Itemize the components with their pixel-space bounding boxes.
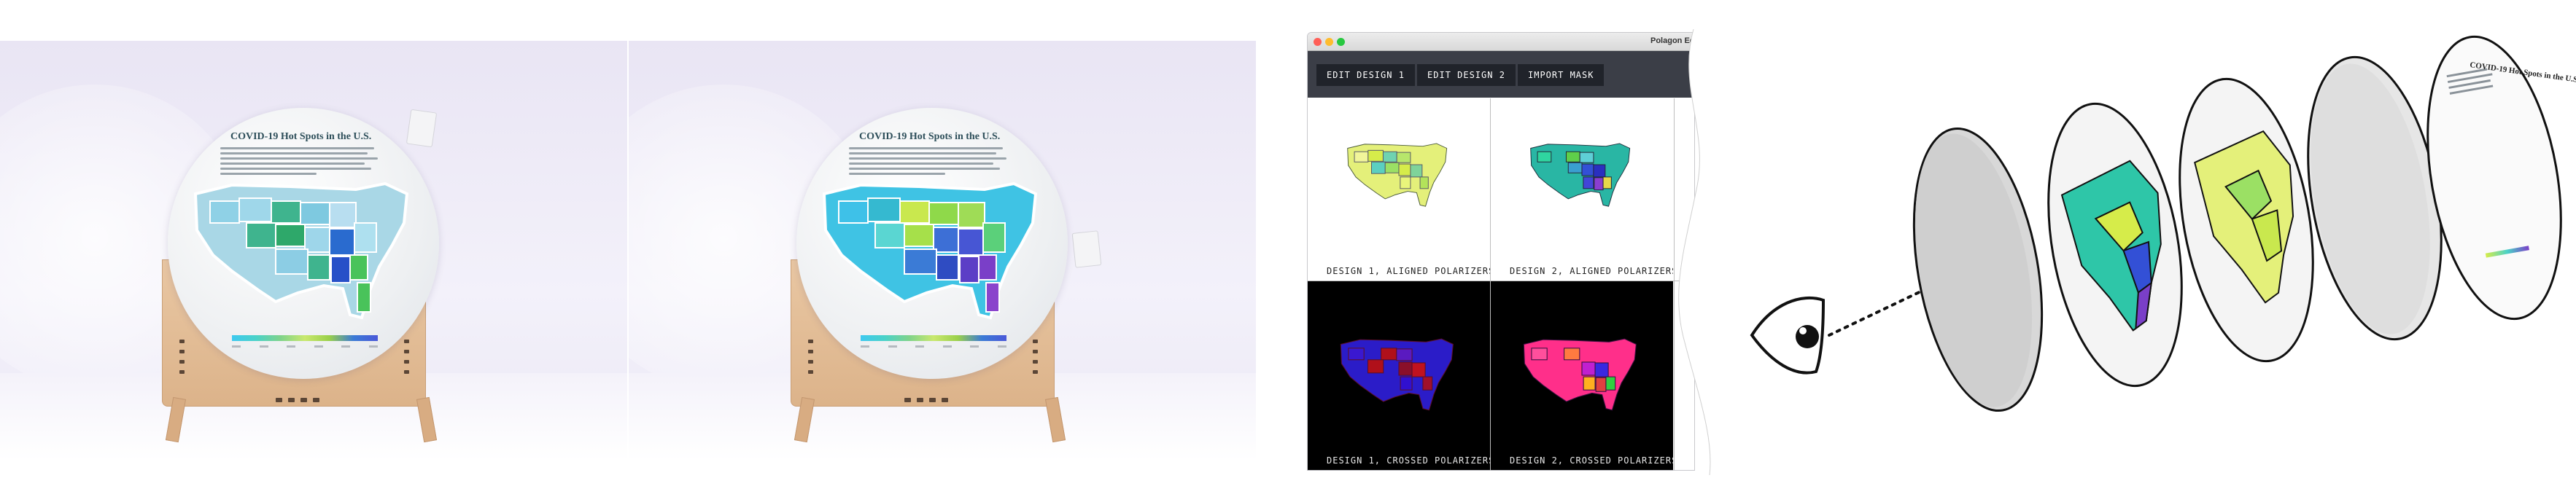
preview-map [1523, 338, 1637, 411]
poster-title: COVID-19 Hot Spots in the U.S. [230, 131, 372, 142]
photo-prototype-crossed: COVID-19 Hot Spots in the U.S. [629, 41, 1256, 461]
preview-map [1530, 143, 1631, 207]
preview-map [1347, 143, 1448, 207]
map-legend-colorbar [861, 335, 1006, 341]
preview-design-2-aligned[interactable]: DESIGN 2, ALIGNED POLARIZERS [1491, 98, 1673, 281]
layer-design-1 [2179, 77, 2314, 363]
stand-slots-bottom [276, 398, 319, 402]
exploded-layer-diagram: COVID-19 Hot Spots in the U.S. [1750, 35, 2576, 412]
window-close-icon[interactable] [1314, 38, 1322, 46]
stand-slots-left [808, 340, 813, 374]
preview-caption: DESIGN 2, CROSSED POLARIZERS [1510, 455, 1673, 466]
grid-divider [1490, 98, 1491, 470]
photo-prototype-aligned: COVID-19 Hot Spots in the U.S. [0, 41, 627, 461]
poster-body-text [220, 147, 381, 175]
torn-edge [1678, 29, 1743, 475]
stand-slots-bottom [904, 398, 948, 402]
layer-polarizer-front [1912, 127, 2044, 412]
stand-slots-right [404, 340, 409, 374]
map-legend-ticks [861, 345, 1006, 348]
edit-design-1-button[interactable]: EDIT DESIGN 1 [1316, 64, 1415, 86]
preview-caption: DESIGN 1, ALIGNED POLARIZERS [1327, 266, 1490, 276]
map-legend-colorbar [232, 335, 378, 341]
window-minimize-icon[interactable] [1325, 38, 1333, 46]
us-map-crossed [822, 181, 1038, 320]
layer-design-2 [2047, 102, 2183, 388]
toolbar: EDIT DESIGN 1 EDIT DESIGN 2 IMPORT MASK [1308, 51, 1694, 98]
eye-icon [1750, 297, 1826, 375]
preview-design-2-crossed[interactable]: DESIGN 2, CROSSED POLARIZERS [1491, 281, 1673, 470]
disc-tab [406, 109, 438, 148]
window-zoom-icon[interactable] [1337, 38, 1345, 46]
preview-design-1-crossed[interactable]: DESIGN 1, CROSSED POLARIZERS [1308, 281, 1490, 470]
preview-map [1340, 338, 1454, 411]
disc-tab [1071, 230, 1102, 268]
window-titlebar: Polagon Ed [1308, 33, 1694, 51]
edit-design-2-button[interactable]: EDIT DESIGN 2 [1417, 64, 1516, 86]
us-map-aligned [193, 181, 409, 320]
preview-caption: DESIGN 1, CROSSED POLARIZERS [1327, 455, 1490, 466]
import-mask-button[interactable]: IMPORT MASK [1518, 64, 1605, 86]
poster-title: COVID-19 Hot Spots in the U.S. [859, 131, 1001, 142]
preview-design-1-aligned[interactable]: DESIGN 1, ALIGNED POLARIZERS [1308, 98, 1490, 281]
stand-slots-left [179, 340, 185, 374]
line-of-sight [1828, 287, 1928, 337]
design-tool-window: Polagon Ed EDIT DESIGN 1 EDIT DESIGN 2 I… [1307, 32, 1695, 471]
poster-body-text [849, 147, 1009, 175]
preview-caption: DESIGN 2, ALIGNED POLARIZERS [1510, 266, 1673, 276]
map-legend-ticks [232, 345, 378, 348]
stand-slots-right [1033, 340, 1038, 374]
